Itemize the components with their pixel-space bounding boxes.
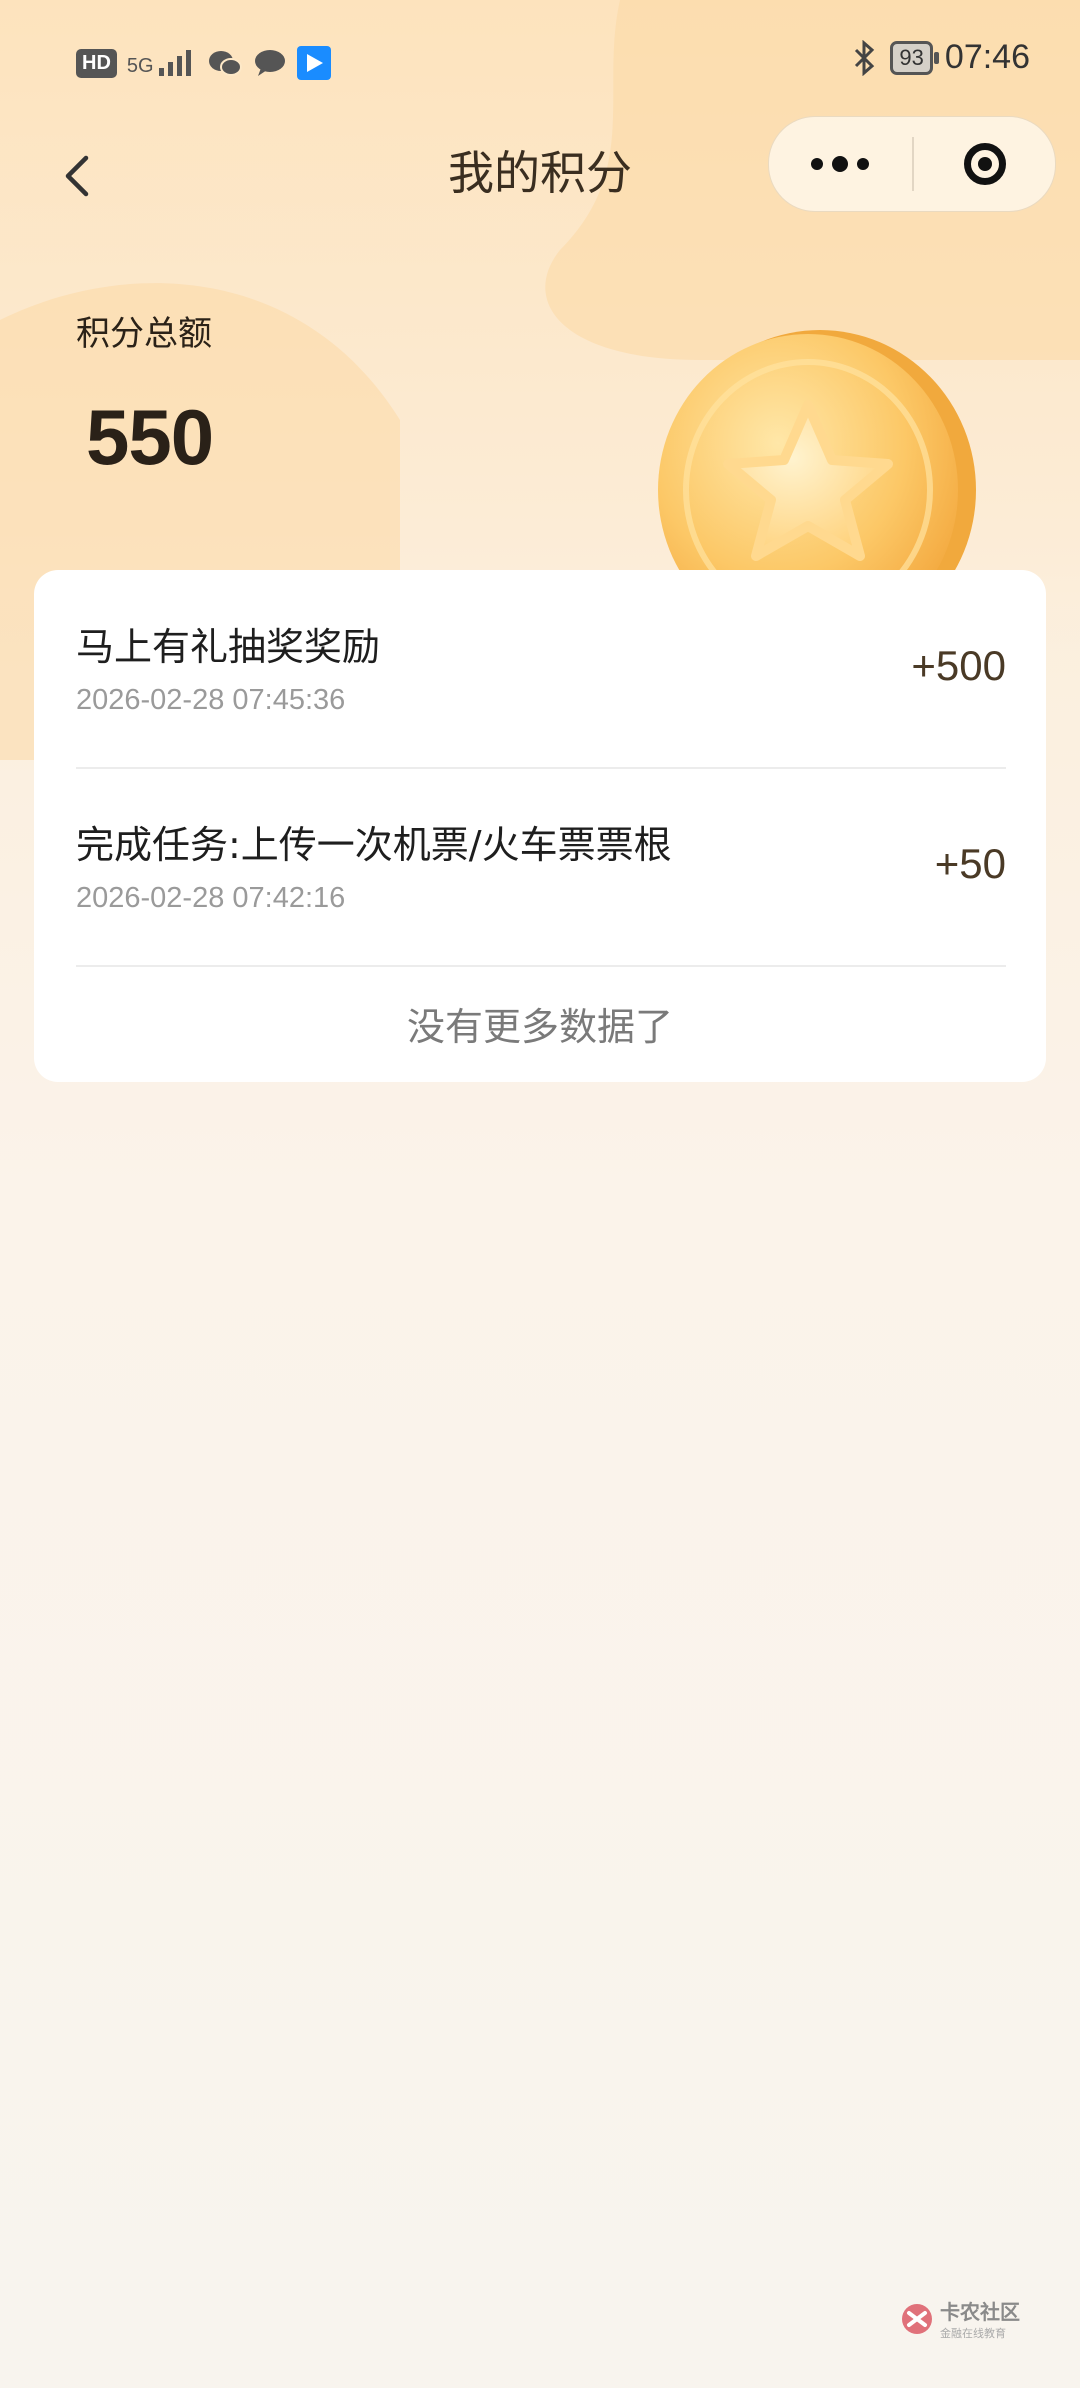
points-total-value: 550 — [86, 393, 214, 481]
status-time: 07:46 — [944, 38, 1030, 76]
more-button[interactable] — [769, 117, 911, 211]
target-close-icon — [963, 143, 1006, 185]
app-notification-icon — [296, 46, 331, 80]
target-close-icon-dot — [977, 157, 992, 171]
record-title: 马上有礼抽奖奖励 — [76, 625, 381, 669]
status-right: 93 07:46 — [850, 38, 1030, 77]
signal-icon: 5G — [127, 48, 197, 78]
signal-bars-icon — [158, 50, 191, 76]
watermark-texts: 卡农社区 金融在线教育 — [940, 2296, 1020, 2341]
close-miniapp-button[interactable] — [914, 117, 1055, 211]
points-records-card: 马上有礼抽奖奖励 2026-02-28 07:45:36 +500 完成任务:上… — [34, 570, 1046, 1082]
divider — [76, 965, 1006, 967]
nav-bar: 我的积分 — [0, 116, 1080, 230]
record-time: 2026-02-28 07:42:16 — [76, 882, 346, 914]
status-bar: HD 5G 93 07:46 — [0, 0, 1080, 130]
record-title: 完成任务:上传一次机票/火车票票根 — [76, 823, 672, 867]
record-points: +50 — [934, 840, 1006, 887]
signal-label: 5G — [126, 55, 154, 77]
more-dots-icon — [811, 158, 823, 170]
bluetooth-icon — [855, 39, 875, 76]
record-time: 2026-02-28 07:45:36 — [76, 684, 346, 716]
watermark-name: 卡农社区 — [940, 2300, 1020, 2324]
more-dots-icon-right — [857, 158, 869, 170]
battery-icon: 93 — [890, 40, 940, 75]
watermark-sub: 金融在线教育 — [940, 2327, 1006, 2340]
hd-icon: HD — [76, 48, 117, 78]
kanong-logo-icon — [902, 2303, 932, 2334]
miniapp-capsule — [768, 116, 1056, 212]
message-icon — [254, 50, 285, 76]
record-points: +500 — [911, 642, 1006, 689]
list-item[interactable]: 马上有礼抽奖奖励 2026-02-28 07:45:36 +500 — [76, 570, 1006, 768]
status-left: HD 5G — [76, 46, 331, 80]
more-dots-icon-center — [832, 156, 848, 172]
points-total-label: 积分总额 — [76, 314, 212, 354]
watermark-logo: 卡农社区 金融在线教育 — [900, 2296, 1020, 2341]
list-item[interactable]: 完成任务:上传一次机票/火车票票根 2026-02-28 07:42:16 +5… — [76, 768, 1006, 966]
list-end-text: 没有更多数据了 — [406, 1005, 673, 1049]
wechat-icon — [208, 51, 242, 76]
